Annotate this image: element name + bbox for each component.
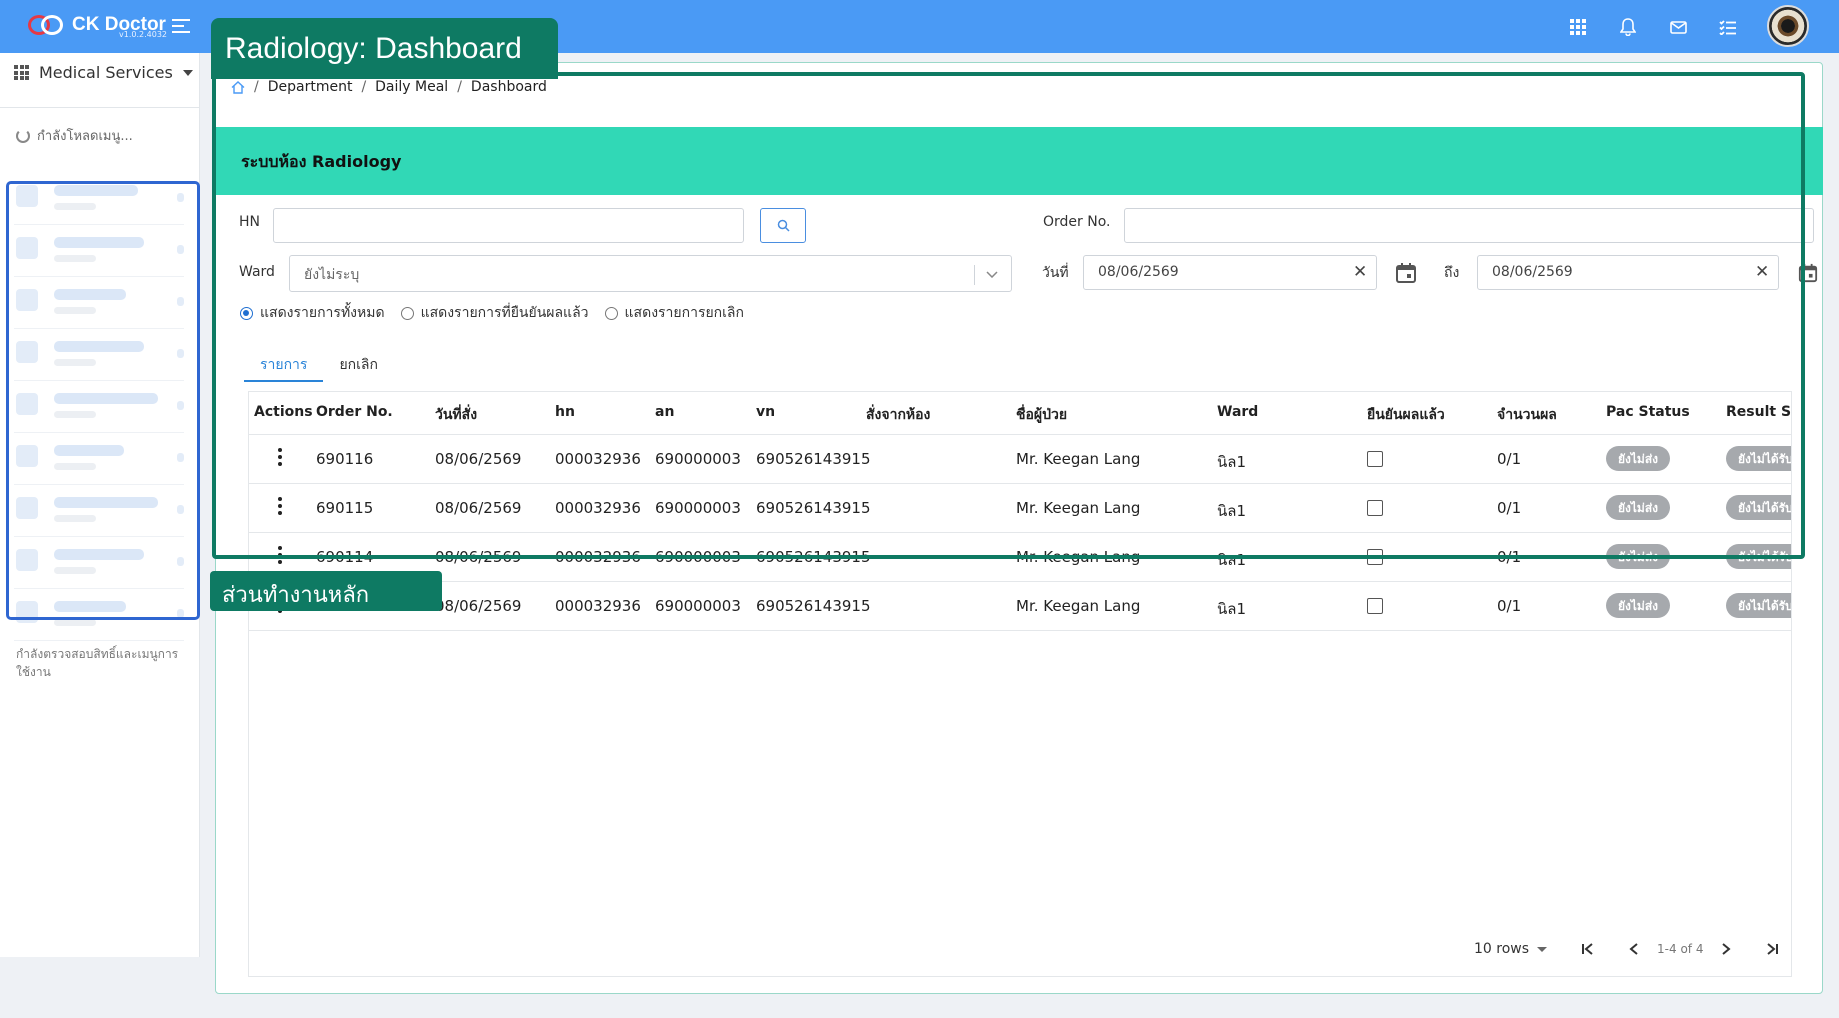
apps-icon[interactable] [1567, 16, 1589, 38]
main-area-highlight-box [212, 72, 1805, 559]
tasklist-icon[interactable] [1717, 16, 1739, 38]
rows-per-page-select[interactable]: 10 rows [1474, 941, 1548, 957]
confirmed-checkbox[interactable] [1367, 598, 1383, 614]
cell-an: 690000003 [655, 597, 741, 615]
sidebar-highlight-box [6, 181, 200, 620]
caret-down-icon [1537, 946, 1548, 952]
apps-grid-icon [14, 65, 29, 80]
user-avatar[interactable] [1767, 5, 1809, 47]
app-switcher-label: Medical Services [39, 63, 173, 82]
page-info: 1-4 of 4 [1657, 942, 1704, 956]
annotation-main-label: ส่วนทำงานหลัก [210, 571, 442, 611]
annotation-title: Radiology: Dashboard [211, 18, 558, 79]
cell-hn: 000032936 [555, 597, 641, 615]
pagination: 10 rows 1-4 of 4 [1474, 938, 1783, 960]
bell-icon[interactable] [1617, 16, 1639, 38]
cell-count: 0/1 [1497, 597, 1522, 615]
brand-logo [28, 12, 64, 38]
first-page-icon[interactable] [1577, 938, 1599, 960]
cell-date: 08/06/2569 [435, 597, 522, 615]
cell-vn: 690526143915 [756, 597, 871, 615]
menu-toggle-icon[interactable] [172, 19, 190, 37]
last-page-icon[interactable] [1761, 938, 1783, 960]
rows-per-page-label: 10 rows [1474, 941, 1530, 957]
spinner-icon [16, 128, 30, 143]
table-row[interactable]: 690113 08/06/2569 000032936 690000003 69… [249, 582, 1791, 631]
menu-loading: กำลังโหลดเมนู... [16, 125, 133, 146]
cell-patient: Mr. Keegan Lang [1016, 597, 1141, 615]
divider [0, 107, 200, 108]
menu-loading-text: กำลังโหลดเมนู... [37, 129, 133, 144]
prev-page-icon[interactable] [1623, 938, 1645, 960]
next-page-icon[interactable] [1715, 938, 1737, 960]
caret-down-icon [182, 69, 193, 76]
app-switcher[interactable]: Medical Services [14, 63, 193, 82]
pac-status-badge: ยังไม่ส่ง [1606, 593, 1671, 618]
sidebar-footnote: กำลังตรวจสอบสิทธิ์และเมนูการใช้งาน [16, 647, 179, 679]
cell-ward: นิล1 [1217, 600, 1246, 618]
result-status-badge: ยังไม่ได้รับ [1726, 593, 1791, 618]
app-version: v1.0.2.4032 [119, 30, 167, 39]
sidebar: Medical Services กำลังโหลดเมนู... กำลังต… [0, 53, 200, 957]
mail-icon[interactable] [1667, 16, 1689, 38]
